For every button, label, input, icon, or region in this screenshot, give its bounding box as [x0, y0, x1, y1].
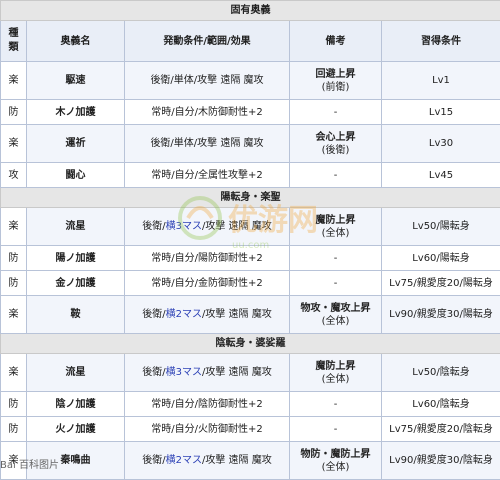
cell-remark: -	[290, 271, 382, 296]
section-title: 陽転身・楽聖	[1, 188, 500, 208]
header-row: 種類 奥義名 発動条件/範囲/効果 備考 習得条件	[1, 21, 500, 62]
section-row-yin: 陰転身・婆娑羅	[1, 334, 500, 354]
cell-condition: 常時/自分/陽防御耐性+2	[125, 246, 290, 271]
header-learn: 習得条件	[382, 21, 500, 62]
cell-category: 楽	[1, 208, 27, 246]
cell-category: 防	[1, 100, 27, 125]
cell-name: 運祈	[27, 125, 125, 163]
table-row: 楽 秦鳴曲 後衛/横2マス/攻撃 遠隔 魔攻 物防・魔防上昇(全体) Lv90/…	[1, 442, 500, 480]
table-row: 防 木ノ加護 常時/自分/木防御耐性+2 - Lv15	[1, 100, 500, 125]
skill-table: 固有奥義 種類 奥義名 発動条件/範囲/効果 備考 習得条件 楽 駆速 後衛/単…	[0, 0, 500, 480]
cell-learn: Lv45	[382, 163, 500, 188]
cell-remark: 物防・魔防上昇(全体)	[290, 442, 382, 480]
cell-remark: -	[290, 100, 382, 125]
cell-condition: 後衛/横2マス/攻撃 遠隔 魔攻	[125, 442, 290, 480]
cell-name: 流星	[27, 354, 125, 392]
cell-name: 流星	[27, 208, 125, 246]
cell-condition: 後衛/横3マス/攻撃 遠隔 魔攻	[125, 208, 290, 246]
table-row: 防 金ノ加護 常時/自分/金防御耐性+2 - Lv75/親愛度20/陽転身	[1, 271, 500, 296]
header-kind: 種類	[1, 21, 27, 62]
table-row: 楽 流星 後衛/横3マス/攻撃 遠隔 魔攻 魔防上昇(全体) Lv50/陽転身	[1, 208, 500, 246]
cell-remark: -	[290, 392, 382, 417]
cell-condition: 後衛/横3マス/攻撃 遠隔 魔攻	[125, 354, 290, 392]
range-link[interactable]: 横3マス	[166, 221, 202, 232]
cell-remark: -	[290, 246, 382, 271]
cell-category: 楽	[1, 125, 27, 163]
cell-category: 攻	[1, 163, 27, 188]
cell-name: 駆速	[27, 62, 125, 100]
cell-category: 防	[1, 271, 27, 296]
table-row: 楽 鞍 後衛/横2マス/攻撃 遠隔 魔攻 物攻・魔攻上昇(全体) Lv90/親愛…	[1, 296, 500, 334]
header-remark: 備考	[290, 21, 382, 62]
cell-name: 木ノ加護	[27, 100, 125, 125]
cell-name: 火ノ加護	[27, 417, 125, 442]
cell-category: 楽	[1, 62, 27, 100]
cell-remark: 回避上昇(前衛)	[290, 62, 382, 100]
cell-learn: Lv90/親愛度30/陽転身	[382, 296, 500, 334]
cell-name: 陰ノ加護	[27, 392, 125, 417]
cell-learn: Lv75/親愛度20/陰転身	[382, 417, 500, 442]
cell-condition: 後衛/横2マス/攻撃 遠隔 魔攻	[125, 296, 290, 334]
header-name: 奥義名	[27, 21, 125, 62]
cell-remark: 物攻・魔攻上昇(全体)	[290, 296, 382, 334]
cell-remark: 魔防上昇(全体)	[290, 208, 382, 246]
cell-remark: -	[290, 163, 382, 188]
cell-category: 楽	[1, 354, 27, 392]
cell-condition: 常時/自分/陰防御耐性+2	[125, 392, 290, 417]
cell-condition: 常時/自分/火防御耐性+2	[125, 417, 290, 442]
cell-learn: Lv60/陰転身	[382, 392, 500, 417]
cell-name: 陽ノ加護	[27, 246, 125, 271]
section-title: 陰転身・婆娑羅	[1, 334, 500, 354]
section-title: 固有奥義	[1, 1, 500, 21]
cell-remark: -	[290, 417, 382, 442]
table-row: 防 陽ノ加護 常時/自分/陽防御耐性+2 - Lv60/陽転身	[1, 246, 500, 271]
table-row: 楽 運祈 後衛/単体/攻撃 遠隔 魔攻 会心上昇(後衛) Lv30	[1, 125, 500, 163]
cell-learn: Lv75/親愛度20/陽転身	[382, 271, 500, 296]
cell-category: 楽	[1, 296, 27, 334]
cell-name: 闘心	[27, 163, 125, 188]
cell-condition: 常時/自分/金防御耐性+2	[125, 271, 290, 296]
image-credit: Bai 百科图片	[0, 456, 59, 471]
cell-learn: Lv50/陰転身	[382, 354, 500, 392]
table-row: 防 火ノ加護 常時/自分/火防御耐性+2 - Lv75/親愛度20/陰転身	[1, 417, 500, 442]
cell-name: 鞍	[27, 296, 125, 334]
table-row: 楽 流星 後衛/横3マス/攻撃 遠隔 魔攻 魔防上昇(全体) Lv50/陰転身	[1, 354, 500, 392]
cell-learn: Lv50/陽転身	[382, 208, 500, 246]
cell-name: 金ノ加護	[27, 271, 125, 296]
cell-category: 防	[1, 392, 27, 417]
skill-table-page: 固有奥義 種類 奥義名 発動条件/範囲/効果 備考 習得条件 楽 駆速 後衛/単…	[0, 0, 500, 478]
range-link[interactable]: 横2マス	[166, 309, 202, 320]
range-link[interactable]: 横2マス	[166, 455, 202, 466]
cell-learn: Lv90/親愛度30/陰転身	[382, 442, 500, 480]
table-row: 攻 闘心 常時/自分/全属性攻撃+2 - Lv45	[1, 163, 500, 188]
range-link[interactable]: 横3マス	[166, 367, 202, 378]
table-row: 防 陰ノ加護 常時/自分/陰防御耐性+2 - Lv60/陰転身	[1, 392, 500, 417]
cell-learn: Lv15	[382, 100, 500, 125]
cell-learn: Lv60/陽転身	[382, 246, 500, 271]
section-row-yang: 陽転身・楽聖	[1, 188, 500, 208]
header-condition: 発動条件/範囲/効果	[125, 21, 290, 62]
cell-remark: 会心上昇(後衛)	[290, 125, 382, 163]
cell-category: 防	[1, 417, 27, 442]
cell-remark: 魔防上昇(全体)	[290, 354, 382, 392]
cell-condition: 常時/自分/木防御耐性+2	[125, 100, 290, 125]
cell-learn: Lv30	[382, 125, 500, 163]
cell-category: 防	[1, 246, 27, 271]
section-row-innate: 固有奥義	[1, 1, 500, 21]
cell-learn: Lv1	[382, 62, 500, 100]
table-row: 楽 駆速 後衛/単体/攻撃 遠隔 魔攻 回避上昇(前衛) Lv1	[1, 62, 500, 100]
cell-condition: 常時/自分/全属性攻撃+2	[125, 163, 290, 188]
cell-condition: 後衛/単体/攻撃 遠隔 魔攻	[125, 125, 290, 163]
cell-condition: 後衛/単体/攻撃 遠隔 魔攻	[125, 62, 290, 100]
